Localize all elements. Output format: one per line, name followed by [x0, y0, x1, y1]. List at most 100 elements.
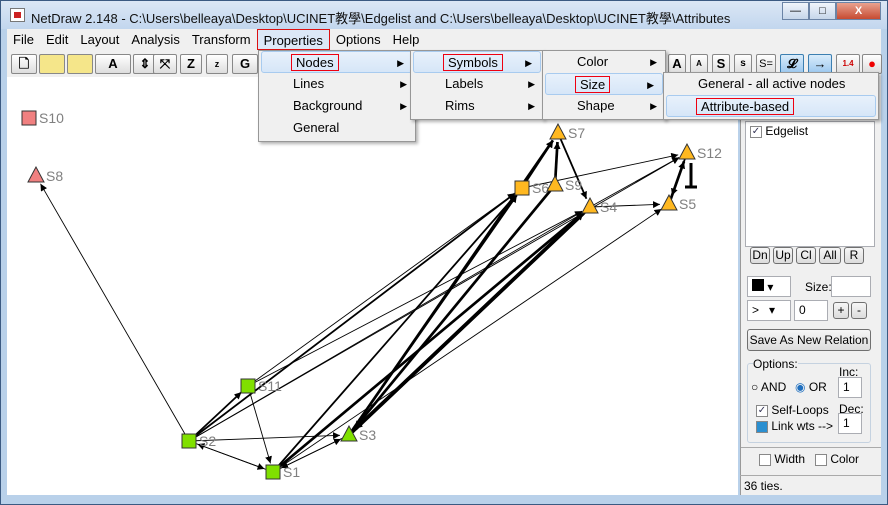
menu-item-color[interactable]: Color ▶: [543, 51, 665, 73]
menu-edit[interactable]: Edit: [40, 29, 74, 50]
edge-S1-S6: [272, 194, 517, 473]
edge-S2-S6: [188, 192, 516, 442]
g-button[interactable]: G: [232, 54, 258, 74]
down-button[interactable]: Dn: [750, 247, 770, 264]
menu-item-shape[interactable]: Shape ▶: [543, 95, 665, 117]
size-submenu: General - all active nodes Attribute-bas…: [663, 72, 879, 120]
node-S7[interactable]: [549, 122, 567, 140]
plus-button[interactable]: +: [833, 302, 849, 319]
minus-button[interactable]: -: [851, 302, 867, 319]
node-label-S2: S2: [199, 433, 216, 449]
dec-input[interactable]: 1: [838, 413, 862, 434]
menu-item-nodes[interactable]: Nodes ▶: [261, 51, 413, 73]
properties-menu: Nodes ▶ Lines ▶ Background ▶ General: [258, 50, 416, 142]
menu-analysis[interactable]: Analysis: [125, 29, 185, 50]
threshold-input[interactable]: 0: [794, 300, 828, 321]
clear-button[interactable]: Cl: [796, 247, 816, 264]
title-bar: NetDraw 2.148 - C:\Users\belleaya\Deskto…: [1, 1, 887, 29]
relation-checkbox[interactable]: ✓: [750, 125, 762, 138]
node-S10[interactable]: [21, 110, 37, 126]
node-label-S1: S1: [283, 464, 300, 480]
menu-item-general[interactable]: General: [259, 117, 415, 139]
minimize-button[interactable]: —: [782, 2, 809, 20]
or-radio[interactable]: ◉ OR: [795, 380, 827, 394]
line-color-select[interactable]: ▾: [747, 276, 791, 297]
node-label-S11: S11: [258, 378, 282, 394]
close-button[interactable]: X: [836, 2, 881, 20]
open-folder-icon-2[interactable]: [67, 54, 93, 74]
color-checkbox[interactable]: Color: [815, 452, 859, 466]
menu-properties[interactable]: Properties: [256, 29, 330, 50]
edge-S11-S6: [247, 192, 515, 387]
width-checkbox[interactable]: Width: [759, 452, 805, 466]
node-label-S9: S9: [565, 177, 582, 193]
window-title: NetDraw 2.148 - C:\Users\belleaya\Deskto…: [31, 11, 731, 26]
node-S8[interactable]: [27, 165, 45, 183]
node-S12[interactable]: [678, 142, 696, 160]
menu-item-symbols[interactable]: Symbols ▶: [413, 51, 541, 73]
menu-item-size[interactable]: Size ▶: [545, 73, 663, 95]
save-as-new-relation-button[interactable]: Save As New Relation: [747, 329, 871, 351]
node-S11[interactable]: [240, 378, 256, 394]
menu-item-lines[interactable]: Lines ▶: [259, 73, 415, 95]
node-label-S10: S10: [39, 110, 64, 126]
node-label-S12: S12: [697, 145, 722, 161]
menu-transform[interactable]: Transform: [186, 29, 257, 50]
self-loops-checkbox[interactable]: ✓ Self-Loops: [756, 403, 829, 417]
new-file-icon[interactable]: 🗋: [11, 54, 37, 74]
link-wts-checkbox[interactable]: Link wts -->: [756, 419, 833, 433]
node-S1[interactable]: [265, 464, 281, 480]
symbol-larger-button[interactable]: S: [712, 54, 730, 74]
and-radio[interactable]: ○ AND: [751, 380, 786, 394]
menu-item-rims[interactable]: Rims ▶: [411, 95, 543, 117]
menu-item-attribute-based[interactable]: Attribute-based: [666, 95, 876, 117]
line-weight-button[interactable]: 1.4: [836, 54, 860, 74]
menu-item-general-all-active-nodes[interactable]: General - all active nodes: [664, 73, 878, 95]
node-S5[interactable]: [660, 193, 678, 211]
symbol-equal-button[interactable]: S=: [756, 54, 776, 74]
menu-help[interactable]: Help: [387, 29, 426, 50]
label-larger-button[interactable]: A: [668, 54, 686, 74]
open-attribute-icon[interactable]: A: [95, 54, 131, 74]
node-S9[interactable]: [546, 174, 564, 192]
curve-lines-button[interactable]: 𝓛: [780, 54, 804, 74]
app-icon: [10, 8, 25, 22]
node-S2[interactable]: [181, 433, 197, 449]
size-label: Size:: [805, 280, 832, 294]
operator-select[interactable]: > ▾: [747, 300, 791, 321]
edge-S2-S8: [40, 183, 190, 442]
relation-label: Edgelist: [765, 124, 809, 138]
edge-S1-S5: [272, 208, 662, 473]
r-button[interactable]: R: [844, 247, 864, 264]
menu-item-background[interactable]: Background ▶: [259, 95, 415, 117]
edge-S3-S6: [348, 194, 518, 436]
menu-file[interactable]: File: [7, 29, 40, 50]
node-label-S3: S3: [359, 427, 376, 443]
menu-bar: File Edit Layout Analysis Transform Prop…: [7, 29, 881, 50]
arrow-button[interactable]: →: [808, 54, 832, 74]
edge-S11-S1: [247, 385, 272, 464]
fit-icon[interactable]: ⤧: [153, 54, 177, 74]
zoom-in-button[interactable]: Z: [180, 54, 202, 74]
all-button[interactable]: All: [819, 247, 841, 264]
node-label-S7: S7: [568, 125, 585, 141]
node-label-S6: S6: [532, 180, 549, 196]
inc-input[interactable]: 1: [838, 377, 862, 398]
maximize-button[interactable]: □: [809, 2, 836, 20]
node-dot-button[interactable]: ●: [862, 54, 882, 74]
nodes-submenu: Symbols ▶ Labels ▶ Rims ▶: [410, 50, 544, 120]
label-smaller-button[interactable]: A: [690, 54, 708, 74]
symbols-submenu: Color ▶ Size ▶ Shape ▶: [542, 50, 666, 120]
size-input[interactable]: [831, 276, 871, 297]
up-button[interactable]: Up: [773, 247, 793, 264]
open-folder-icon[interactable]: [39, 54, 65, 74]
menu-options[interactable]: Options: [330, 29, 387, 50]
zoom-out-button[interactable]: z: [206, 54, 228, 74]
menu-item-labels[interactable]: Labels ▶: [411, 73, 543, 95]
relations-list[interactable]: ✓ Edgelist: [745, 121, 875, 247]
node-S6[interactable]: [514, 180, 530, 196]
edge-S11-S4: [247, 210, 583, 387]
menu-layout[interactable]: Layout: [74, 29, 125, 50]
symbol-smaller-button[interactable]: s: [734, 54, 752, 74]
status-bar: 36 ties.: [740, 475, 881, 495]
